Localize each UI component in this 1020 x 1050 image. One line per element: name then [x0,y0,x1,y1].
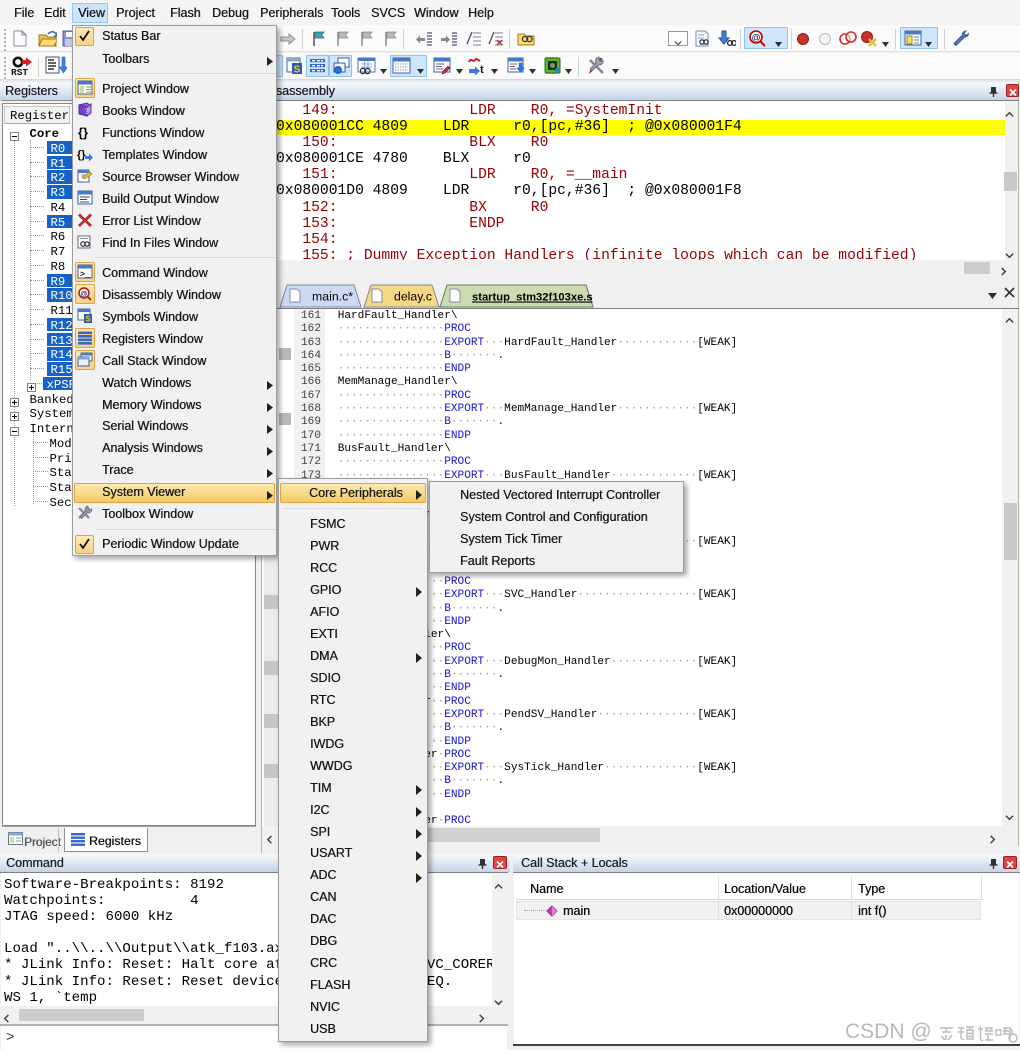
svg-text:{}: {} [77,149,86,161]
svg-text:@: @ [752,33,761,43]
svg-text:main.c*: main.c* [312,290,353,304]
svg-text:@: @ [80,289,87,298]
svg-text:{}: {} [78,125,88,140]
svg-text:RST: RST [11,67,28,76]
svg-text:?: ? [85,107,89,116]
svg-text:S: S [85,315,91,324]
svg-text:delay.c: delay.c [394,290,432,304]
svg-text:startup_stm32f103xe.s: startup_stm32f103xe.s [472,292,593,304]
svg-text:S: S [294,65,301,76]
svg-text:t: t [480,64,484,76]
svg-text:>_: >_ [80,270,91,280]
